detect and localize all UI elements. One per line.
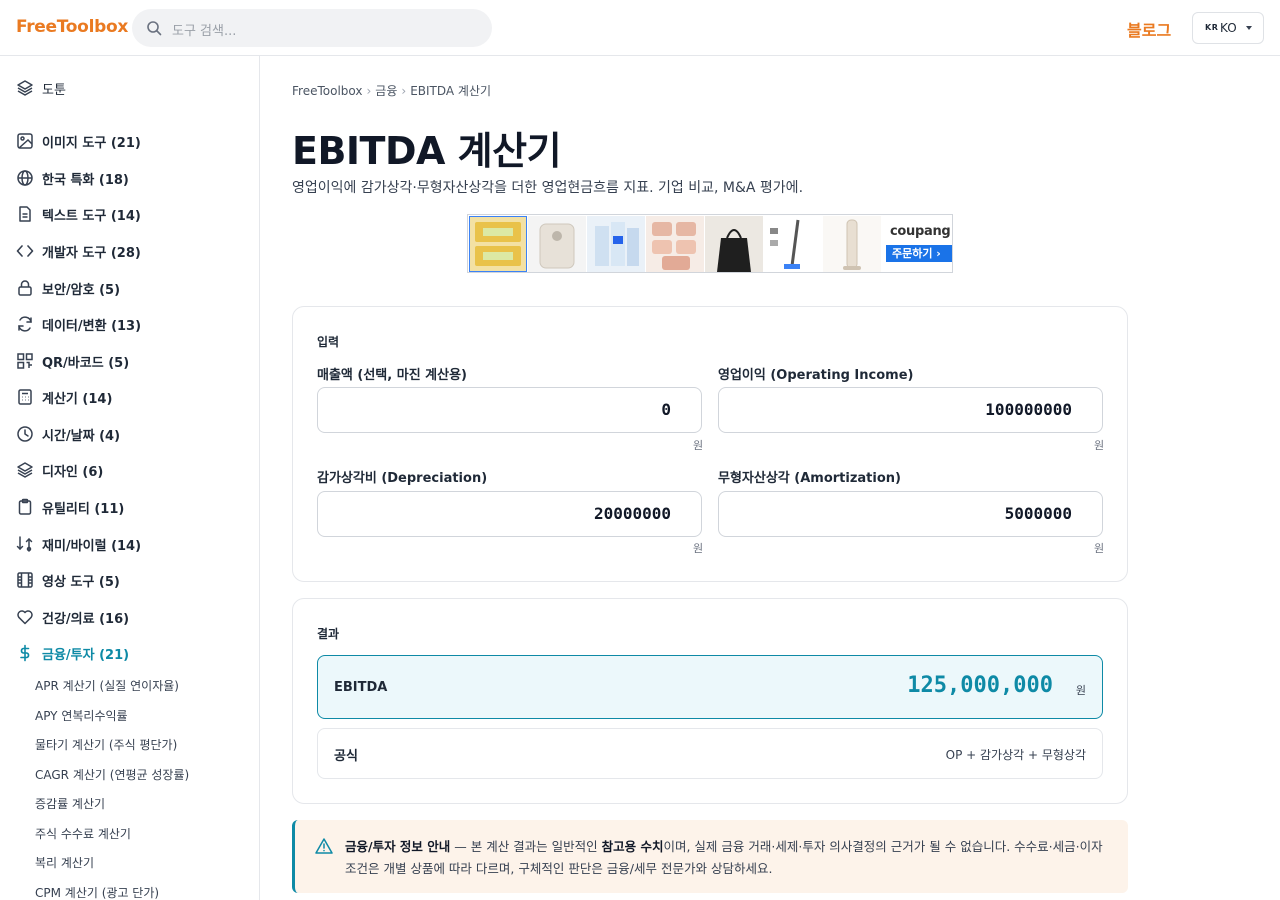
ad-product-image — [528, 216, 586, 272]
amortization-unit: 원 — [1094, 542, 1105, 555]
finance-notice: 금융/투자 정보 안내 — 본 계산 결과는 일반적인 참고용 수치이며, 실제… — [292, 820, 1128, 893]
layers-icon — [17, 462, 33, 478]
shuffle-icon — [16, 536, 33, 552]
input-card-title: 입력 — [317, 335, 340, 349]
sidebar-item-dev[interactable]: 개발자 도구 (28) — [16, 239, 141, 263]
coupang-logo: coupang — [890, 224, 951, 239]
clipboard-icon — [18, 498, 32, 515]
ebitda-label: EBITDA — [334, 680, 388, 695]
ad-product-image — [587, 216, 645, 272]
coupang-ad[interactable]: coupang 주문하기 › — [886, 215, 952, 272]
sidebar-subitem[interactable]: 복리 계산기 — [35, 854, 94, 871]
breadcrumb: FreeToolbox › 금융 › EBITDA 계산기 — [292, 84, 492, 98]
sidebar-subitem[interactable]: 증감률 계산기 — [35, 795, 105, 812]
notice-title: 금융/투자 정보 안내 — [345, 839, 451, 854]
flag-icon: KR — [1205, 23, 1219, 32]
sidebar-item-time[interactable]: 시간/날짜 (4) — [16, 422, 120, 446]
sidebar: 도툰 이미지 도구 (21) 한국 특화 (18) 텍스트 도구 (14) 개발… — [0, 56, 260, 900]
search-icon — [147, 21, 162, 36]
amortization-input[interactable]: 5000000 — [718, 491, 1103, 537]
sidebar-subitem[interactable]: 물타기 계산기 (주식 평단가) — [35, 736, 177, 753]
dollar-icon — [20, 644, 30, 662]
sidebar-item-all[interactable]: 도툰 — [16, 76, 66, 100]
sidebar-item-korea[interactable]: 한국 특화 (18) — [16, 166, 129, 190]
revenue-input[interactable]: 0 — [317, 387, 702, 433]
page-title: EBITDA 계산기 — [292, 129, 562, 173]
notice-emphasis: 참고용 수치 — [601, 839, 664, 854]
language-selector[interactable]: KR KO — [1192, 12, 1264, 44]
chevron-down-icon — [1246, 26, 1252, 30]
notice-text: 금융/투자 정보 안내 — 본 계산 결과는 일반적인 참고용 수치이며, 실제… — [345, 839, 1103, 876]
film-icon — [17, 572, 33, 588]
amortization-label: 무형자산상각 (Amortization) — [718, 471, 901, 486]
sidebar-item-fun[interactable]: 재미/바이럴 (14) — [16, 532, 141, 556]
document-icon — [19, 206, 31, 222]
qr-icon — [17, 353, 33, 369]
image-icon — [17, 133, 33, 149]
sidebar-item-text[interactable]: 텍스트 도구 (14) — [16, 202, 141, 226]
sidebar-item-video[interactable]: 영상 도구 (5) — [16, 568, 120, 592]
result-card-title: 결과 — [317, 627, 340, 641]
blog-link[interactable]: 블로그 — [1127, 17, 1171, 41]
code-icon — [16, 245, 34, 257]
depreciation-unit: 원 — [693, 542, 704, 555]
refresh-icon — [18, 316, 32, 332]
sidebar-subitem[interactable]: CAGR 계산기 (연평균 성장률) — [35, 766, 189, 783]
ebitda-unit: 원 — [1075, 684, 1086, 697]
operating-income-input[interactable]: 100000000 — [718, 387, 1103, 433]
sidebar-subitem[interactable]: 주식 수수료 계산기 — [35, 825, 131, 842]
operating-income-unit: 원 — [1094, 439, 1105, 452]
search-placeholder: 도구 검색... — [172, 24, 237, 39]
sidebar-item-image[interactable]: 이미지 도구 (21) — [16, 129, 141, 153]
lock-icon — [18, 280, 32, 296]
warning-icon — [315, 838, 333, 854]
site-logo[interactable]: FreeToolbox — [16, 17, 128, 37]
breadcrumb-home[interactable]: FreeToolbox — [292, 84, 362, 98]
ad-product-image — [469, 216, 527, 272]
clock-icon — [17, 426, 33, 442]
result-card: 결과 EBITDA 125,000,000 원 공식 OP + 감가상각 + 무… — [292, 598, 1128, 804]
ad-product-image — [646, 216, 704, 272]
sidebar-item-design[interactable]: 디자인 (6) — [16, 458, 103, 482]
depreciation-input[interactable]: 20000000 — [317, 491, 702, 537]
ad-product-image — [823, 216, 881, 272]
ad-product-image — [764, 216, 822, 272]
sidebar-item-data[interactable]: 데이터/변환 (13) — [16, 312, 141, 336]
sidebar-subitem[interactable]: APY 연복리수익률 — [35, 707, 128, 724]
ebitda-result: EBITDA 125,000,000 원 — [317, 655, 1103, 719]
sidebar-item-qr[interactable]: QR/바코드 (5) — [16, 349, 129, 373]
revenue-unit: 원 — [693, 439, 704, 452]
top-bar: FreeToolbox 도구 검색... 블로그 KR KO — [0, 0, 1280, 56]
sidebar-subitem[interactable]: CPM 계산기 (광고 단가) — [35, 884, 159, 900]
sidebar-item-utility[interactable]: 유틸리티 (11) — [16, 495, 124, 519]
sidebar-item-health[interactable]: 건강/의료 (16) — [16, 605, 129, 629]
input-card: 입력 매출액 (선택, 마진 계산용) 0 원 영업이익 (Operating … — [292, 306, 1128, 582]
heart-icon — [17, 610, 33, 625]
operating-income-label: 영업이익 (Operating Income) — [718, 368, 914, 383]
breadcrumb-current: EBITDA 계산기 — [410, 84, 492, 98]
language-code: KO — [1220, 21, 1237, 35]
depreciation-label: 감가상각비 (Depreciation) — [317, 471, 488, 486]
search-input[interactable]: 도구 검색... — [132, 9, 492, 47]
ad-product-image — [705, 216, 763, 272]
sidebar-subitem[interactable]: APR 계산기 (실질 연이자율) — [35, 677, 179, 694]
calculator-icon — [18, 389, 32, 405]
formula-label: 공식 — [334, 749, 358, 764]
page-description: 영업이익에 감가상각·무형자산상각을 더한 영업현금흐름 지표. 기업 비교, … — [292, 180, 804, 196]
layers-icon — [17, 80, 33, 96]
ad-banner[interactable]: coupang 주문하기 › — [467, 214, 953, 273]
sidebar-item-calculator[interactable]: 계산기 (14) — [16, 385, 112, 409]
formula-value: OP + 감가상각 + 무형상각 — [945, 748, 1086, 762]
order-button[interactable]: 주문하기 › — [886, 245, 952, 262]
sidebar-item-finance[interactable]: 금융/투자 (21) — [16, 641, 129, 665]
ebitda-value: 125,000,000 — [907, 673, 1053, 698]
globe-icon — [17, 170, 33, 186]
sidebar-item-security[interactable]: 보안/암호 (5) — [16, 276, 120, 300]
revenue-label: 매출액 (선택, 마진 계산용) — [317, 368, 467, 383]
formula-row: 공식 OP + 감가상각 + 무형상각 — [317, 728, 1103, 779]
breadcrumb-category[interactable]: 금융 — [375, 84, 397, 98]
